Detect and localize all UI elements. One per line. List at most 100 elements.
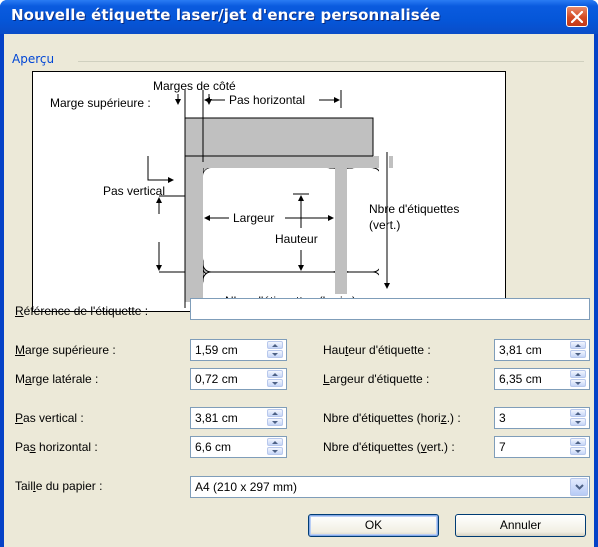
- label-text: Pa: [15, 440, 30, 454]
- spin-up-button[interactable]: [570, 438, 586, 446]
- label-text: ert.) :: [426, 440, 455, 454]
- title-bar[interactable]: Nouvelle étiquette laser/jet d'encre per…: [0, 0, 598, 34]
- pas-horiz-label: Pas horizontal :: [15, 440, 98, 454]
- preview-nbre-vert-2: (vert.): [369, 218, 401, 232]
- spin-down-button[interactable]: [267, 447, 283, 455]
- pas-vert-label: Pas vertical :: [15, 411, 84, 425]
- spin-down-button[interactable]: [267, 379, 283, 387]
- nbre-vert-label: Nbre d'étiquettes (vert.) :: [323, 440, 455, 454]
- largeur-spinbox[interactable]: 6,35 cm: [494, 368, 590, 390]
- label-text: Nbre d'étiquettes (: [323, 440, 421, 454]
- spin-buttons[interactable]: [570, 341, 588, 359]
- spin-down-button[interactable]: [267, 418, 283, 426]
- chevron-down-icon: [272, 421, 278, 424]
- preview-marge-sup: Marge supérieure :: [50, 96, 151, 110]
- taille-papier-select[interactable]: A4 (210 x 297 mm): [190, 476, 590, 498]
- window-frame-right: [594, 34, 598, 547]
- accel-key: a: [25, 372, 32, 386]
- nbre-horiz-value: 3: [499, 411, 506, 425]
- chevron-down-icon: [272, 353, 278, 356]
- spin-up-button[interactable]: [267, 438, 283, 446]
- spin-up-button[interactable]: [267, 370, 283, 378]
- spin-up-button[interactable]: [570, 370, 586, 378]
- spin-up-button[interactable]: [267, 409, 283, 417]
- pas-horiz-value: 6,6 cm: [195, 440, 232, 454]
- spin-buttons[interactable]: [267, 409, 285, 427]
- pas-horiz-spinbox[interactable]: 6,6 cm: [190, 436, 287, 458]
- label-text: argeur d'étiquette :: [329, 372, 430, 386]
- nbre-horiz-spinbox[interactable]: 3: [494, 407, 590, 429]
- pas-vert-spinbox[interactable]: 3,81 cm: [190, 407, 287, 429]
- preview-group-label: Aperçu: [12, 52, 59, 66]
- spin-buttons[interactable]: [267, 438, 285, 456]
- spin-down-button[interactable]: [267, 350, 283, 358]
- chevron-down-icon: [272, 382, 278, 385]
- ok-button[interactable]: OK: [308, 514, 439, 537]
- preview-pas-vert: Pas vertical: [103, 184, 166, 198]
- marge-lat-label: Marge latérale :: [15, 372, 98, 386]
- marge-lat-value: 0,72 cm: [195, 372, 238, 386]
- dropdown-button[interactable]: [570, 478, 588, 496]
- cancel-button[interactable]: Annuler: [455, 514, 586, 537]
- largeur-label: Largeur d'étiquette :: [323, 372, 429, 386]
- label-preview: Marges de côté Marge supérieure : Pas ho…: [32, 71, 506, 312]
- chevron-up-icon: [575, 344, 581, 347]
- chevron-up-icon: [575, 373, 581, 376]
- nbre-horiz-label: Nbre d'étiquettes (horiz.) :: [323, 411, 461, 425]
- chevron-up-icon: [272, 373, 278, 376]
- spin-up-button[interactable]: [267, 341, 283, 349]
- label-text: .) :: [446, 411, 461, 425]
- label-text: Tail: [15, 479, 34, 493]
- preview-arrow: [147, 156, 174, 183]
- close-button[interactable]: [566, 6, 588, 27]
- dialog-body: Aperçu Marges de côté Marge supérieure:…: [4, 34, 594, 547]
- chevron-down-icon: [575, 450, 581, 453]
- spin-buttons[interactable]: [267, 341, 285, 359]
- accel-key: M: [15, 343, 25, 357]
- chevron-down-icon: [575, 353, 581, 356]
- taille-papier-value: A4 (210 x 297 mm): [195, 480, 298, 494]
- chevron-up-icon: [575, 441, 581, 444]
- spin-down-button[interactable]: [570, 418, 586, 426]
- label-text: M: [15, 372, 25, 386]
- label-text: arge supérieure :: [25, 343, 116, 357]
- nbre-vert-value: 7: [499, 440, 506, 454]
- spin-down-button[interactable]: [570, 379, 586, 387]
- spin-buttons[interactable]: [570, 370, 588, 388]
- preview-hauteur: Hauteur: [275, 232, 318, 246]
- hauteur-spinbox[interactable]: 3,81 cm: [494, 339, 590, 361]
- marge-lat-spinbox[interactable]: 0,72 cm: [190, 368, 287, 390]
- preview-marges-cote: Marges de côté: [153, 79, 236, 93]
- marge-sup-label: Marge supérieure :: [15, 343, 116, 357]
- preview-top-fill: [203, 156, 393, 168]
- hauteur-label: Hauteur d'étiquette :: [323, 343, 431, 357]
- label-text: horizontal :: [35, 440, 98, 454]
- dialog-window: Nouvelle étiquette laser/jet d'encre per…: [0, 0, 598, 547]
- marge-sup-spinbox[interactable]: 1,59 cm: [190, 339, 287, 361]
- preview-largeur: Largeur: [233, 211, 275, 225]
- nbre-vert-spinbox[interactable]: 7: [494, 436, 590, 458]
- spin-down-button[interactable]: [570, 350, 586, 358]
- chevron-down-icon: [575, 484, 584, 490]
- chevron-down-icon: [272, 450, 278, 453]
- spin-buttons[interactable]: [570, 409, 588, 427]
- spin-buttons[interactable]: [267, 370, 285, 388]
- hauteur-value: 3,81 cm: [499, 343, 542, 357]
- chevron-down-icon: [575, 421, 581, 424]
- preview-label-b: [347, 168, 379, 266]
- preview-pas-horiz: Pas horizontal: [229, 93, 306, 107]
- accel-key: P: [15, 411, 24, 425]
- spin-up-button[interactable]: [570, 341, 586, 349]
- chevron-up-icon: [272, 441, 278, 444]
- label-text: Hau: [323, 343, 346, 357]
- chevron-up-icon: [575, 412, 581, 415]
- marge-sup-value: 1,59 cm: [195, 343, 238, 357]
- reference-input[interactable]: [190, 298, 590, 320]
- label-text: rge latérale :: [31, 372, 99, 386]
- spin-buttons[interactable]: [570, 438, 588, 456]
- spin-up-button[interactable]: [570, 409, 586, 417]
- accel-key: L: [323, 372, 330, 386]
- spin-down-button[interactable]: [570, 447, 586, 455]
- largeur-value: 6,35 cm: [499, 372, 542, 386]
- label-text: e du papier :: [35, 479, 103, 493]
